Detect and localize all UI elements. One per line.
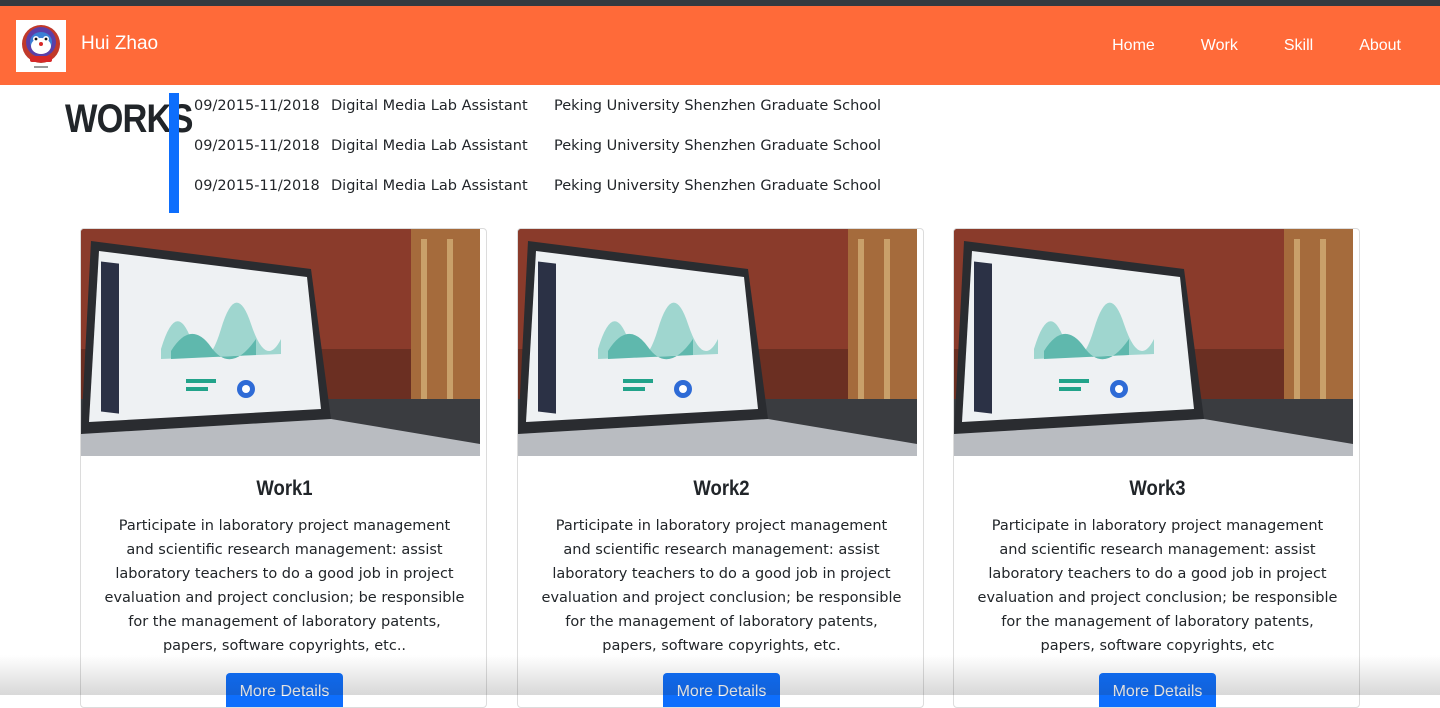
timeline-row: 09/2015-11/2018 Digital Media Lab Assist… xyxy=(194,96,881,136)
timeline-accent-bar xyxy=(169,93,179,213)
brand-name[interactable]: Hui Zhao xyxy=(81,33,158,55)
timeline-role: Digital Media Lab Assistant xyxy=(331,138,528,154)
work-card-3: Work3 Participate in laboratory project … xyxy=(953,228,1360,708)
laptop-dashboard-image xyxy=(518,229,917,456)
nav-work-link[interactable]: Work xyxy=(1201,36,1238,56)
nav-about-link[interactable]: About xyxy=(1359,36,1401,56)
nav-skill-link[interactable]: Skill xyxy=(1284,36,1313,56)
more-details-button[interactable]: More Details xyxy=(226,673,343,707)
card-description: Participate in laboratory project manage… xyxy=(977,518,1338,654)
timeline-organization: Peking University Shenzhen Graduate Scho… xyxy=(554,138,882,154)
card-title: Work2 xyxy=(693,477,750,500)
timeline-date: 09/2015-11/2018 xyxy=(194,178,320,194)
timeline-organization: Peking University Shenzhen Graduate Scho… xyxy=(554,178,882,194)
card-title: Work1 xyxy=(256,477,313,500)
card-description: Participate in laboratory project manage… xyxy=(104,518,465,654)
more-details-button[interactable]: More Details xyxy=(663,673,780,707)
more-details-button[interactable]: More Details xyxy=(1099,673,1216,707)
card-description: Participate in laboratory project manage… xyxy=(541,518,902,654)
timeline-organization: Peking University Shenzhen Graduate Scho… xyxy=(554,98,882,114)
work-card-2: Work2 Participate in laboratory project … xyxy=(517,228,924,708)
card-title: Work3 xyxy=(1129,477,1186,500)
work-card-1: Work1 Participate in laboratory project … xyxy=(80,228,487,708)
brand-logo[interactable] xyxy=(16,20,66,72)
laptop-dashboard-image xyxy=(954,229,1353,456)
timeline-role: Digital Media Lab Assistant xyxy=(331,178,528,194)
work-timeline: 09/2015-11/2018 Digital Media Lab Assist… xyxy=(194,96,881,216)
navbar: Hui Zhao Home Work Skill About xyxy=(0,6,1440,85)
timeline-row: 09/2015-11/2018 Digital Media Lab Assist… xyxy=(194,176,881,216)
timeline-role: Digital Media Lab Assistant xyxy=(331,98,528,114)
timeline-row: 09/2015-11/2018 Digital Media Lab Assist… xyxy=(194,136,881,176)
timeline-date: 09/2015-11/2018 xyxy=(194,138,320,154)
nav-links: Home Work Skill About xyxy=(1112,36,1401,56)
laptop-dashboard-image xyxy=(81,229,480,456)
nav-home-link[interactable]: Home xyxy=(1112,36,1155,56)
timeline-date: 09/2015-11/2018 xyxy=(194,98,320,114)
